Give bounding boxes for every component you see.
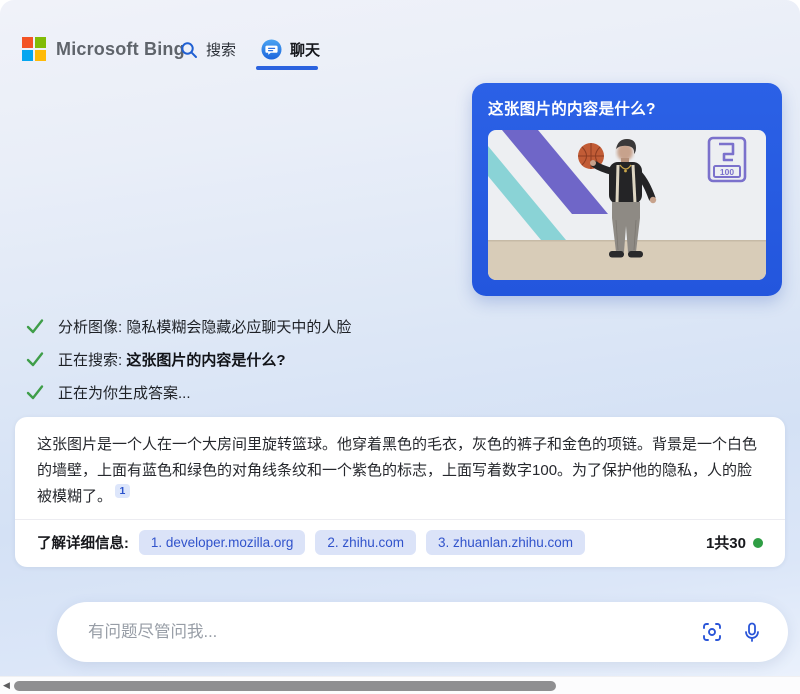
checkmark-icon [25, 349, 45, 369]
chat-input[interactable] [88, 623, 700, 642]
visual-search-button[interactable] [700, 620, 724, 644]
step-analyze-image: 分析图像: 隐私模糊会隐藏必应聊天中的人脸 [25, 314, 351, 338]
step-label: 分析图像: 隐私模糊会隐藏必应聊天中的人脸 [58, 319, 351, 336]
chat-bubble-icon [261, 39, 282, 60]
header: Microsoft Bing 搜索 [0, 0, 800, 76]
reference-link-1[interactable]: 1. developer.mozilla.org [139, 530, 306, 555]
reference-link-2[interactable]: 2. zhihu.com [315, 530, 416, 555]
bing-chat-window: Microsoft Bing 搜索 [0, 0, 800, 694]
answer-body: 这张图片是一个人在一个大房间里旋转篮球。他穿着黑色的毛衣，灰色的裤子和金色的项链… [15, 417, 785, 519]
tab-search[interactable]: 搜索 [180, 39, 236, 60]
scrollbar-thumb[interactable] [14, 681, 556, 691]
attached-image[interactable]: 100 [488, 130, 766, 280]
checkmark-icon [25, 316, 45, 336]
microphone-button[interactable] [740, 620, 764, 644]
status-dot-icon [753, 538, 763, 548]
tab-search-label: 搜索 [206, 39, 236, 60]
step-label: 正在为你生成答案... [58, 385, 191, 402]
answer-text: 这张图片是一个人在一个大房间里旋转篮球。他穿着黑色的毛衣，灰色的裤子和金色的项链… [37, 436, 757, 505]
microphone-icon [741, 621, 763, 643]
brand-name: Microsoft Bing [56, 39, 185, 60]
user-question-text: 这张图片的内容是什么? [488, 97, 766, 119]
scroll-left-arrow[interactable]: ◀ [3, 680, 10, 691]
chat-input-bar [57, 602, 788, 662]
tab-chat-label: 聊天 [290, 39, 320, 60]
tab-chat[interactable]: 聊天 [261, 39, 320, 60]
active-tab-underline [256, 66, 318, 70]
brand[interactable]: Microsoft Bing [22, 37, 185, 61]
message-counter: 1共30 [706, 532, 746, 553]
answer-card: 这张图片是一个人在一个大房间里旋转篮球。他穿着黑色的毛衣，灰色的裤子和金色的项链… [15, 417, 785, 567]
svg-text:100: 100 [720, 167, 734, 177]
user-message-bubble: 这张图片的内容是什么? 100 [472, 83, 782, 296]
learn-more-label: 了解详细信息: [37, 532, 129, 553]
search-icon [180, 41, 198, 59]
answer-footer: 了解详细信息: 1. developer.mozilla.org 2. zhih… [15, 519, 785, 567]
step-query: 这张图片的内容是什么? [126, 352, 285, 369]
microsoft-logo-icon [22, 37, 46, 61]
step-label: 正在搜索: [58, 352, 126, 369]
reference-link-3[interactable]: 3. zhuanlan.zhihu.com [426, 530, 585, 555]
checkmark-icon [25, 382, 45, 402]
chat-canvas: Microsoft Bing 搜索 [0, 0, 800, 676]
step-searching: 正在搜索: 这张图片的内容是什么? [25, 347, 351, 371]
step-generating-answer: 正在为你生成答案... [25, 380, 351, 404]
status-steps: 分析图像: 隐私模糊会隐藏必应聊天中的人脸 正在搜索: 这张图片的内容是什么? … [25, 314, 351, 413]
visual-search-icon [700, 620, 724, 644]
horizontal-scrollbar: ◀ [0, 676, 800, 694]
citation-superscript[interactable]: 1 [115, 484, 130, 498]
